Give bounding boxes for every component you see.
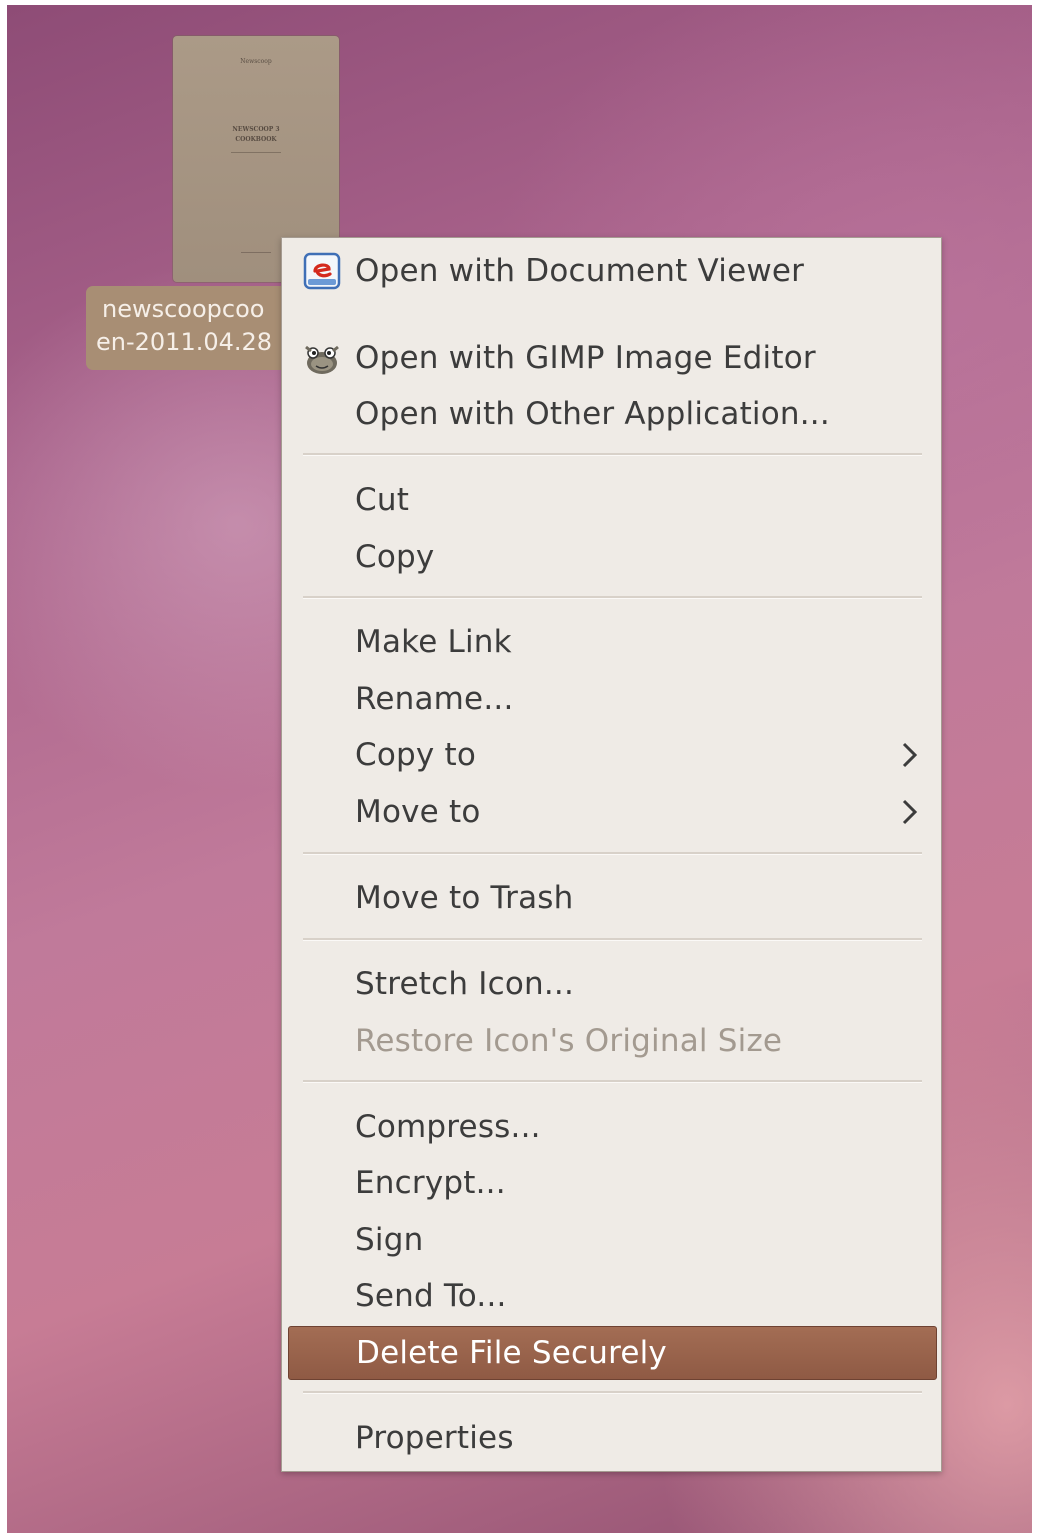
menu-item-label: Restore Icon's Original Size — [355, 1023, 783, 1059]
menu-item-make-link[interactable]: Make Link — [282, 616, 941, 668]
menu-separator — [303, 453, 922, 456]
menu-item-stretch-icon[interactable]: Stretch Icon... — [282, 958, 941, 1010]
gimp-icon — [303, 339, 341, 377]
menu-item-compress[interactable]: Compress... — [282, 1101, 941, 1153]
thumbnail-footer-mark — [241, 252, 271, 253]
menu-item-label: Open with Other Application... — [355, 396, 830, 432]
menu-item-label: Move to Trash — [355, 880, 574, 916]
menu-item-label: Copy to — [355, 737, 477, 773]
chevron-right-icon — [899, 797, 921, 827]
menu-item-send-to[interactable]: Send To... — [282, 1270, 941, 1322]
menu-item-copy-to[interactable]: Copy to — [282, 729, 941, 781]
menu-item-move-to[interactable]: Move to — [282, 786, 941, 838]
chevron-right-icon — [899, 740, 921, 770]
menu-item-copy[interactable]: Copy — [282, 531, 941, 583]
menu-item-label: Copy — [355, 539, 435, 575]
menu-item-label: Open with GIMP Image Editor — [355, 340, 816, 376]
menu-item-label: Move to — [355, 794, 481, 830]
menu-separator — [303, 852, 922, 855]
menu-item-label: Delete File Securely — [356, 1335, 667, 1371]
menu-item-open-with-gimp[interactable]: Open with GIMP Image Editor — [282, 332, 941, 384]
menu-item-rename[interactable]: Rename... — [282, 673, 941, 725]
menu-item-label: Sign — [355, 1222, 424, 1258]
menu-item-delete-file-securely[interactable]: Delete File Securely — [288, 1326, 937, 1380]
context-menu: Open with Document Viewer Open with GIMP… — [281, 237, 942, 1472]
menu-item-label: Properties — [355, 1420, 514, 1456]
thumbnail-title-line1: NEWSCOOP 3 — [232, 126, 280, 133]
menu-separator — [303, 1391, 922, 1394]
menu-item-move-to-trash[interactable]: Move to Trash — [282, 872, 941, 924]
menu-item-open-with-document-viewer[interactable]: Open with Document Viewer — [282, 245, 941, 297]
menu-item-encrypt[interactable]: Encrypt... — [282, 1157, 941, 1209]
thumbnail-title-line2: COOKBOOK — [235, 136, 277, 143]
thumbnail-brand: Newscoop — [240, 58, 272, 65]
menu-item-label: Rename... — [355, 681, 514, 717]
menu-separator — [303, 938, 922, 941]
menu-item-label: Cut — [355, 482, 410, 518]
menu-separator — [303, 596, 922, 599]
menu-item-label: Encrypt... — [355, 1165, 506, 1201]
menu-item-label: Compress... — [355, 1109, 541, 1145]
menu-item-label: Open with Document Viewer — [355, 253, 805, 289]
menu-item-properties[interactable]: Properties — [282, 1412, 941, 1464]
menu-item-sign[interactable]: Sign — [282, 1214, 941, 1266]
menu-item-restore-icon-size: Restore Icon's Original Size — [282, 1015, 941, 1067]
document-viewer-icon — [303, 252, 341, 290]
menu-item-cut[interactable]: Cut — [282, 474, 941, 526]
menu-separator — [303, 1080, 922, 1083]
thumbnail-rule — [231, 152, 281, 153]
menu-item-label: Send To... — [355, 1278, 507, 1314]
menu-item-open-with-other-application[interactable]: Open with Other Application... — [282, 388, 941, 440]
menu-item-label: Make Link — [355, 624, 512, 660]
menu-item-label: Stretch Icon... — [355, 966, 575, 1002]
